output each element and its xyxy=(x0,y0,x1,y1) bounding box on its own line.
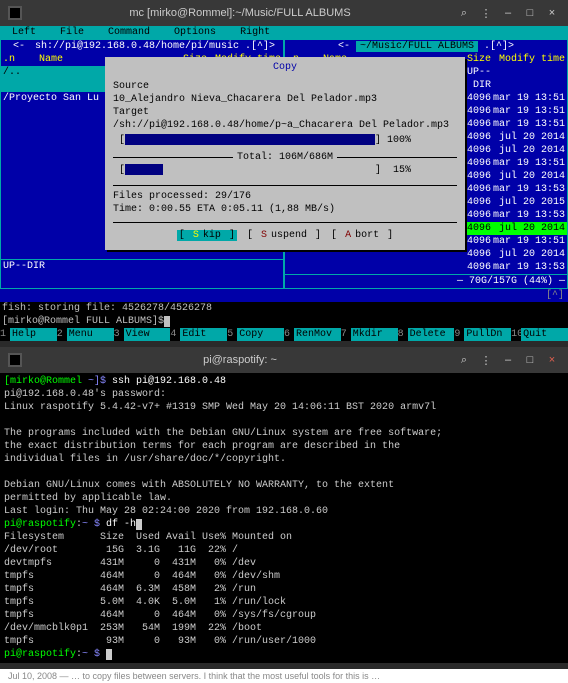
status-line-2[interactable]: [mirko@Rommel FULL ALBUMS]$ xyxy=(0,315,568,328)
terminal-line: tmpfs 5.0M 4.0K 5.0M 1% /run/lock xyxy=(4,596,564,609)
total-progress-bar xyxy=(125,164,163,175)
fkey-help[interactable]: 1Help xyxy=(0,328,57,341)
mc-window: mc [mirko@Rommel]:~/Music/FULL ALBUMS ⌕ … xyxy=(0,0,568,341)
file-progress-pct: 100% xyxy=(387,135,411,146)
fkey-quit[interactable]: 10Quit xyxy=(511,328,568,341)
dialog-title: Copy xyxy=(113,61,457,74)
close-button[interactable]: × xyxy=(544,7,560,19)
minimize-button[interactable]: – xyxy=(500,7,516,19)
search-icon[interactable]: ⌕ xyxy=(456,7,472,20)
mc-titlebar: mc [mirko@Rommel]:~/Music/FULL ALBUMS ⌕ … xyxy=(0,0,568,26)
source-label: Source xyxy=(113,80,457,93)
maximize-button[interactable]: □ xyxy=(522,354,538,366)
fkey-pulldn[interactable]: 9PullDn xyxy=(454,328,511,341)
terminal-line: individual files in /usr/share/doc/*/cop… xyxy=(4,453,564,466)
menu-icon[interactable]: ⋮ xyxy=(478,354,494,367)
time-eta: Time: 0:00.55 ETA 0:05.11 (1,88 MB/s) xyxy=(113,203,457,216)
terminal-line: /dev/root 15G 3.1G 11G 22% / xyxy=(4,544,564,557)
terminal-line xyxy=(4,466,564,479)
terminal-line xyxy=(4,414,564,427)
terminal-body[interactable]: [mirko@Rommel ~]$ ssh pi@192.168.0.48pi@… xyxy=(0,373,568,663)
window-title: pi@raspotify: ~ xyxy=(30,354,450,366)
terminal-line: Debian GNU/Linux comes with ABSOLUTELY N… xyxy=(4,479,564,492)
suspend-button[interactable]: [ Suspend ] xyxy=(247,230,321,241)
source-file: 10_Alejandro Nieva_Chacarera Del Pelador… xyxy=(113,93,457,106)
terminal-line: /dev/mmcblk0p1 253M 54M 199M 22% /boot xyxy=(4,622,564,635)
terminal-line: pi@raspotify:~ $ xyxy=(4,648,564,661)
search-icon[interactable]: ⌕ xyxy=(456,354,472,367)
terminal-line: permitted by applicable law. xyxy=(4,492,564,505)
skip-button[interactable]: [ Skip ] xyxy=(177,230,237,241)
terminal-titlebar: pi@raspotify: ~ ⌕ ⋮ – □ × xyxy=(0,347,568,373)
page-snippet: Jul 10, 2008 — … to copy files between s… xyxy=(0,669,568,683)
terminal-line: pi@raspotify:~ $ df -h xyxy=(4,518,564,531)
menu-file[interactable]: File xyxy=(48,26,96,39)
abort-button[interactable]: [ Abort ] xyxy=(331,230,393,241)
terminal-line: The programs included with the Debian GN… xyxy=(4,427,564,440)
menu-command[interactable]: Command xyxy=(96,26,162,39)
fkey-mkdir[interactable]: 7Mkdir xyxy=(341,328,398,341)
fkey-delete[interactable]: 8Delete xyxy=(398,328,455,341)
terminal-line: tmpfs 93M 0 93M 0% /run/user/1000 xyxy=(4,635,564,648)
mc-panels: <- sh://pi@192.168.0.48/home/pi/music .[… xyxy=(0,39,568,289)
mc-body: Left File Command Options Right <- sh://… xyxy=(0,26,568,341)
terminal-line: devtmpfs 431M 0 431M 0% /dev xyxy=(4,557,564,570)
fkey-menu[interactable]: 2Menu xyxy=(57,328,114,341)
target-label: Target xyxy=(113,106,457,119)
app-icon xyxy=(8,6,22,20)
left-path: sh://pi@192.168.0.48/home/pi/music xyxy=(35,41,239,52)
terminal-line: the exact distribution terms for each pr… xyxy=(4,440,564,453)
terminal-line: tmpfs 464M 0 464M 0% /dev/shm xyxy=(4,570,564,583)
menu-icon[interactable]: ⋮ xyxy=(478,7,494,20)
fkey-renmov[interactable]: 6RenMov xyxy=(284,328,341,341)
status-line-1: fish: storing file: 4526278/4526278 xyxy=(0,302,568,315)
terminal-line: Linux raspotify 5.4.42-v7+ #1319 SMP Wed… xyxy=(4,401,564,414)
list-item[interactable]: 4096mar 19 13:53 xyxy=(285,261,567,274)
total-label: Total: 106M/686M xyxy=(233,151,337,164)
target-file: /sh://pi@192.168.0.48/home/p~a_Chacarera… xyxy=(113,119,457,132)
terminal-line: Filesystem Size Used Avail Use% Mounted … xyxy=(4,531,564,544)
fkey-view[interactable]: 3View xyxy=(114,328,171,341)
terminal-line: [mirko@Rommel ~]$ ssh pi@192.168.0.48 xyxy=(4,375,564,388)
menu-options[interactable]: Options xyxy=(162,26,228,39)
terminal-line: pi@192.168.0.48's password: xyxy=(4,388,564,401)
right-path: ~/Music/FULL ALBUMS xyxy=(356,41,478,52)
menu-right[interactable]: Right xyxy=(228,26,282,39)
close-button[interactable]: × xyxy=(544,354,560,366)
fkey-copy[interactable]: 5Copy xyxy=(227,328,284,341)
terminal-line: tmpfs 464M 0 464M 0% /sys/fs/cgroup xyxy=(4,609,564,622)
mc-hint: [^] xyxy=(0,289,568,302)
copy-dialog: Copy Source 10_Alejandro Nieva_Chacarera… xyxy=(105,57,465,250)
terminal-line: tmpfs 464M 6.3M 458M 2% /run xyxy=(4,583,564,596)
total-progress-pct: 15% xyxy=(393,165,411,176)
fkey-edit[interactable]: 4Edit xyxy=(170,328,227,341)
minimize-button[interactable]: – xyxy=(500,354,516,366)
window-title: mc [mirko@Rommel]:~/Music/FULL ALBUMS xyxy=(30,7,450,19)
left-footer: UP--DIR xyxy=(1,259,283,273)
mc-fkeys: 1Help2Menu3View4Edit5Copy6RenMov7Mkdir8D… xyxy=(0,328,568,341)
mc-menubar[interactable]: Left File Command Options Right xyxy=(0,26,568,39)
terminal-line: Last login: Thu May 28 02:24:00 2020 fro… xyxy=(4,505,564,518)
terminal-window: pi@raspotify: ~ ⌕ ⋮ – □ × [mirko@Rommel … xyxy=(0,347,568,663)
app-icon xyxy=(8,353,22,367)
menu-left[interactable]: Left xyxy=(0,26,48,39)
disk-usage: 70G/157G (44%) xyxy=(469,276,553,287)
files-processed: Files processed: 29/176 xyxy=(113,190,457,203)
maximize-button[interactable]: □ xyxy=(522,7,538,19)
file-progress-bar xyxy=(125,134,375,145)
